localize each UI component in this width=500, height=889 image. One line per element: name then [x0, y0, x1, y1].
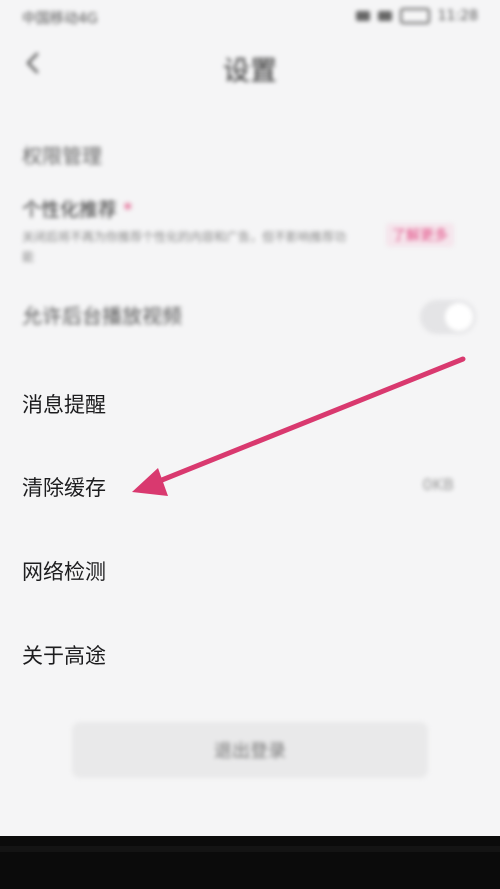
- recommend-title: 个性化推荐 *: [22, 195, 482, 222]
- background-play-row: 允许后台播放视频: [22, 300, 482, 340]
- system-navigation-bar: [0, 836, 500, 889]
- logout-button[interactable]: 退出登录: [72, 722, 428, 778]
- carrier-label: 中国移动4G: [22, 11, 98, 27]
- menu-item-label: 消息提醒: [22, 393, 106, 417]
- menu-item-clear-cache[interactable]: 清除缓存 0KB: [22, 462, 482, 512]
- menu-item-label: 网络检测: [22, 560, 106, 584]
- signal-icon: [355, 11, 370, 21]
- page-title: 设置: [223, 56, 277, 87]
- navigation-bar: 设置: [0, 34, 500, 94]
- recommend-title-text: 个性化推荐: [22, 199, 118, 221]
- menu-item-label: 关于高途: [22, 644, 106, 668]
- learn-more-link[interactable]: 了解更多: [386, 223, 454, 247]
- menu-item-about[interactable]: 关于高途: [22, 630, 482, 680]
- bottom-divider: [0, 846, 500, 852]
- background-play-label: 允许后台播放视频: [22, 304, 182, 328]
- wifi-icon: [377, 11, 392, 21]
- cache-size-value: 0KB: [422, 475, 454, 494]
- section-title-permission: 权限管理: [22, 144, 102, 168]
- recommend-setting-row: 个性化推荐 * 关闭后将不再为你推荐个性化的内容和广告，但不影响推荐功能 了解更多: [22, 195, 482, 275]
- menu-item-message-reminder[interactable]: 消息提醒: [22, 379, 482, 429]
- toggle-knob: [445, 303, 473, 331]
- required-star-icon: *: [123, 199, 133, 221]
- menu-item-label: 清除缓存: [22, 476, 106, 500]
- background-play-toggle[interactable]: [420, 300, 476, 334]
- menu-item-network-check[interactable]: 网络检测: [22, 546, 482, 596]
- clock-label: 11:28: [437, 8, 478, 24]
- status-bar: 中国移动4G 11:28: [0, 0, 500, 34]
- logout-label: 退出登录: [214, 741, 286, 762]
- status-icons: 11:28: [355, 8, 478, 24]
- battery-icon: [399, 8, 430, 24]
- recommend-description: 关闭后将不再为你推荐个性化的内容和广告，但不影响推荐功能: [22, 230, 347, 264]
